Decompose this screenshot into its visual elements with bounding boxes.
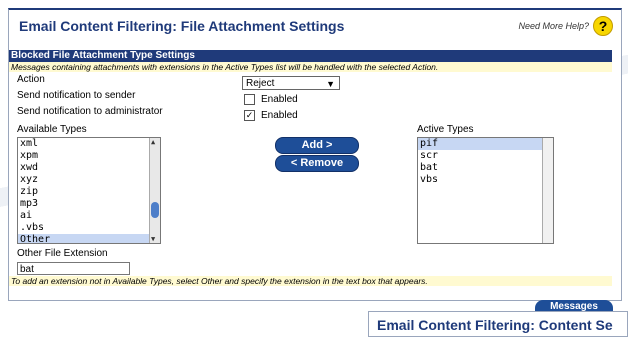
help-text[interactable]: Need More Help? [518, 21, 589, 31]
action-label: Action [17, 74, 45, 85]
list-item[interactable]: xml [18, 138, 160, 150]
list-item[interactable]: mp3 [18, 198, 160, 210]
list-item[interactable]: bat [418, 162, 553, 174]
list-item[interactable]: xwd [18, 162, 160, 174]
notify-sender-enabled-label: Enabled [261, 94, 298, 105]
list-item[interactable]: xyz [18, 174, 160, 186]
list-item[interactable]: scr [418, 150, 553, 162]
notify-admin-label: Send notification to administrator [17, 106, 163, 117]
scroll-up-icon[interactable]: ▲ [151, 138, 155, 146]
chevron-down-icon[interactable]: ▼ [326, 77, 335, 91]
section-note: Messages containing attachments with ext… [9, 62, 612, 72]
list-item[interactable]: Other [18, 234, 160, 243]
notify-admin-checkbox[interactable]: ✓ Enabled [244, 110, 298, 121]
help-link[interactable]: Need More Help? ? [518, 16, 613, 36]
active-types-list[interactable]: pif scr bat vbs [417, 137, 554, 244]
scroll-down-icon[interactable]: ▼ [151, 235, 155, 243]
section-header: Blocked File Attachment Type Settings [9, 50, 612, 62]
available-types-scrollbar[interactable]: ▲ ▼ [149, 138, 160, 243]
notify-sender-check-box[interactable] [244, 94, 255, 105]
scroll-thumb[interactable] [151, 202, 159, 218]
list-item[interactable]: ai [18, 210, 160, 222]
available-types-list[interactable]: xml xpm xwd xyz zip mp3 ai .vbs Other ▲ ▼ [17, 137, 161, 244]
other-extension-input[interactable]: bat [17, 262, 130, 275]
page-title: Email Content Filtering: File Attachment… [19, 18, 345, 34]
list-item[interactable]: pif [418, 138, 553, 150]
active-types-label: Active Types [417, 124, 474, 135]
other-extension-label: Other File Extension [17, 248, 108, 259]
list-item[interactable]: zip [18, 186, 160, 198]
notify-admin-enabled-label: Enabled [261, 110, 298, 121]
notify-sender-checkbox[interactable]: Enabled [244, 94, 298, 105]
list-item[interactable]: vbs [418, 174, 553, 186]
remove-button[interactable]: < Remove [275, 155, 359, 172]
active-types-scrollbar[interactable] [542, 138, 553, 243]
notify-admin-check-box[interactable]: ✓ [244, 110, 255, 121]
notify-sender-label: Send notification to sender [17, 90, 136, 101]
action-select-value[interactable]: Reject [246, 78, 274, 89]
list-item[interactable]: .vbs [18, 222, 160, 234]
add-button[interactable]: Add > [275, 137, 359, 154]
bottom-note: To add an extension not in Available Typ… [9, 276, 612, 286]
question-mark-icon[interactable]: ? [593, 16, 613, 36]
action-select[interactable]: Reject ▼ [242, 76, 340, 90]
available-types-label: Available Types [17, 124, 87, 135]
next-panel-title: Email Content Filtering: Content Se [368, 311, 628, 337]
list-item[interactable]: xpm [18, 150, 160, 162]
